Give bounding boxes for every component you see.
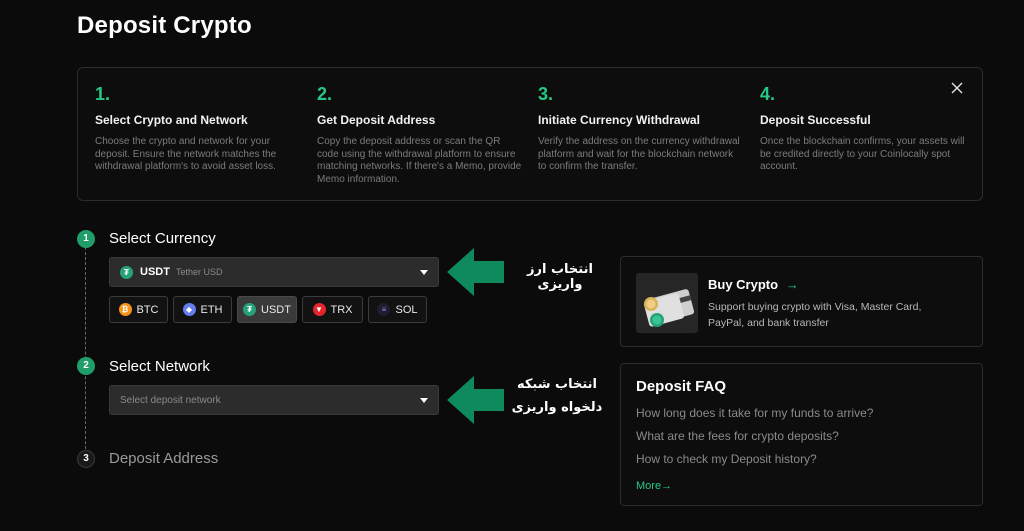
chip-btc[interactable]: ₿ BTC [109, 296, 168, 323]
select-network-title: Select Network [109, 358, 210, 375]
buy-crypto-title: Buy Crypto [708, 277, 779, 292]
step-description: Copy the deposit address or scan the QR … [317, 136, 522, 185]
close-icon[interactable] [950, 82, 964, 96]
deposit-address-title: Deposit Address [109, 450, 219, 467]
chip-eth[interactable]: ◆ ETH [173, 296, 232, 323]
chip-label: ETH [200, 303, 223, 316]
step-4: 4. Deposit Successful Once the blockchai… [760, 84, 965, 174]
faq-item[interactable]: How long does it take for my funds to ar… [636, 406, 873, 420]
chip-label: USDT [261, 303, 291, 316]
faq-title: Deposit FAQ [636, 378, 727, 395]
buy-crypto-link[interactable]: Buy Crypto → [708, 277, 799, 292]
chip-label: BTC [136, 303, 159, 316]
quick-currency-chips: ₿ BTC ◆ ETH ₮ USDT ▼ TRX ≡ SOL [109, 296, 427, 323]
step-number: 3. [538, 84, 554, 104]
step-number: 1. [95, 84, 111, 104]
buy-crypto-illustration [636, 273, 698, 333]
step-description: Choose the crypto and network for your d… [95, 136, 277, 173]
faq-item[interactable]: What are the fees for crypto deposits? [636, 429, 839, 443]
step-description: Verify the address on the currency withd… [538, 136, 740, 173]
step-indicator-1: 1 [77, 230, 95, 248]
arrow-right-icon: → [785, 277, 799, 292]
network-annotation-line2: دلخواه واریزی [511, 400, 603, 415]
chip-usdt[interactable]: ₮ USDT [237, 296, 297, 323]
network-placeholder: Select deposit network [120, 394, 221, 406]
select-currency-title: Select Currency [109, 230, 216, 247]
currency-symbol: USDT [140, 266, 170, 278]
chip-label: SOL [395, 303, 418, 316]
currency-name: Tether USD [175, 267, 223, 277]
page-title: Deposit Crypto [77, 12, 252, 39]
deposit-steps-card: 1. Select Crypto and Network Choose the … [77, 67, 983, 201]
caret-down-icon [420, 270, 428, 275]
usdt-icon: ₮ [243, 303, 257, 316]
faq-more-link[interactable]: More→ [636, 480, 672, 492]
timeline-line [85, 247, 86, 459]
network-select[interactable]: Select deposit network [109, 385, 439, 415]
step-title: Get Deposit Address [317, 113, 436, 127]
step-title: Initiate Currency Withdrawal [538, 113, 700, 127]
buy-crypto-description: Support buying crypto with Visa, Master … [708, 301, 922, 329]
step-title: Deposit Successful [760, 113, 871, 127]
deposit-faq-card: Deposit FAQ How long does it take for my… [620, 363, 983, 506]
faq-item[interactable]: How to check my Deposit history? [636, 452, 817, 466]
sol-icon: ≡ [377, 303, 391, 316]
step-number: 4. [760, 84, 776, 104]
currency-annotation: انتخاب ارز واریزی [527, 262, 593, 292]
chip-sol[interactable]: ≡ SOL [368, 296, 427, 323]
step-description: Once the blockchain confirms, your asset… [760, 136, 965, 173]
step-indicator-3: 3 [77, 450, 95, 468]
eth-icon: ◆ [182, 303, 196, 316]
chip-trx[interactable]: ▼ TRX [302, 296, 363, 323]
arrow-left-icon [447, 248, 504, 296]
currency-select[interactable]: ₮ USDT Tether USD [109, 257, 439, 287]
btc-icon: ₿ [118, 303, 132, 316]
step-1: 1. Select Crypto and Network Choose the … [95, 84, 300, 174]
step-3: 3. Initiate Currency Withdrawal Verify t… [538, 84, 743, 174]
step-2: 2. Get Deposit Address Copy the deposit … [317, 84, 522, 186]
network-annotation-line1: انتخاب شبکه [516, 377, 598, 392]
chip-label: TRX [330, 303, 353, 316]
step-title: Select Crypto and Network [95, 113, 248, 127]
usdt-icon: ₮ [120, 265, 133, 279]
arrow-left-icon [447, 376, 504, 424]
step-number: 2. [317, 84, 333, 104]
buy-crypto-card[interactable]: Buy Crypto → Support buying crypto with … [620, 256, 983, 347]
trx-icon: ▼ [312, 303, 326, 316]
caret-down-icon [420, 398, 428, 403]
step-indicator-2: 2 [77, 357, 95, 375]
